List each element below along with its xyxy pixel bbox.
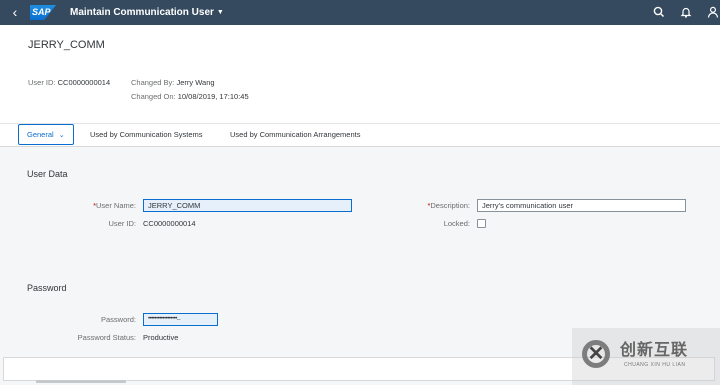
password-input[interactable]: ••••••••••••••••••... (143, 313, 218, 326)
watermark-text-en: CHUANG XIN HU LIAN (624, 362, 686, 368)
chevron-down-icon: ▼ (216, 9, 224, 16)
user-id-label: User ID: (108, 219, 136, 228)
password-label: Password: (100, 315, 136, 324)
changed-by-label: Changed By: (131, 78, 175, 87)
watermark-text-cn: 创新互联 (620, 342, 689, 359)
user-id-value: CC0000000014 (143, 219, 196, 228)
locked-checkbox[interactable] (477, 219, 486, 228)
header-changed-by: Changed By: Jerry Wang (131, 78, 215, 88)
description-label: *Description: (427, 201, 470, 211)
tab-bar: General ⌄ Used by Communication Systems U… (0, 123, 720, 147)
changed-on-value: 10/08/2019, 17:10:45 (177, 92, 249, 101)
description-label-text: Description: (430, 201, 470, 210)
tab-used-by-communication-systems[interactable]: Used by Communication Systems (90, 124, 203, 146)
search-icon[interactable] (652, 5, 666, 19)
bell-icon[interactable] (679, 5, 693, 19)
section-title-user-data: User Data (27, 169, 68, 179)
description-input[interactable]: Jerry's communication user (477, 199, 686, 212)
password-status-value: Productive (143, 333, 179, 342)
chevron-down-icon: ⌄ (58, 132, 65, 139)
user-name-label-text: User Name: (95, 201, 136, 210)
app-title: Maintain Communication User (70, 7, 214, 18)
sap-logo[interactable]: SAP (30, 5, 56, 20)
user-name-input[interactable]: JERRY_COMM (143, 199, 352, 212)
changed-by-value: Jerry Wang (176, 78, 215, 87)
header-user-id-value: CC0000000014 (57, 78, 111, 87)
object-header: JERRY_COMM User ID: CC0000000014 Changed… (0, 25, 720, 123)
header-changed-on: Changed On: 10/08/2019, 17:10:45 (131, 92, 249, 102)
tab-general[interactable]: General ⌄ (18, 124, 74, 145)
header-user-id: User ID: CC0000000014 (28, 78, 110, 88)
changed-on-label: Changed On: (131, 92, 176, 101)
page-title: JERRY_COMM (28, 39, 105, 51)
watermark: ✕ 创新互联 CHUANG XIN HU LIAN (572, 328, 720, 385)
back-icon[interactable]: ‹ (8, 5, 22, 20)
header-user-id-label: User ID: (28, 78, 56, 87)
app-title-menu[interactable]: Maintain Communication User ▼ (70, 6, 224, 19)
locked-label: Locked: (443, 219, 470, 228)
watermark-x-icon: ✕ (587, 343, 605, 365)
logo-text: SAP (32, 7, 51, 17)
tab-used-by-communication-arrangements[interactable]: Used by Communication Arrangements (230, 124, 360, 146)
password-status-label: Password Status: (77, 333, 136, 342)
tab-general-label: General (27, 130, 54, 139)
scrollbar-thumb[interactable] (36, 380, 126, 383)
user-name-label: *User Name: (93, 201, 136, 211)
section-title-password: Password (27, 283, 67, 293)
shell-bar: ‹ SAP Maintain Communication User ▼ (0, 0, 720, 25)
user-icon[interactable] (706, 5, 720, 19)
